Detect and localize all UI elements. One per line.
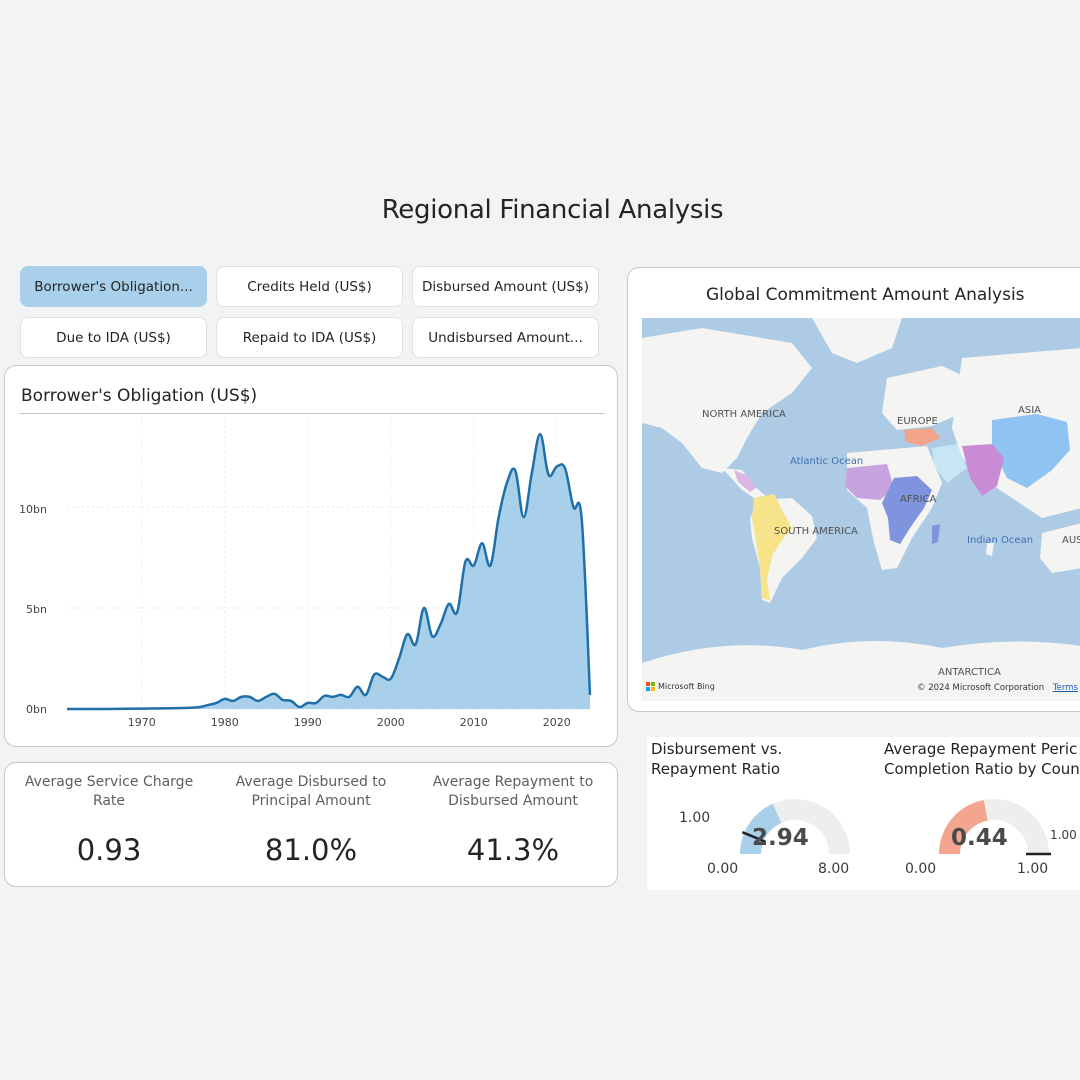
kpi-service-charge: Average Service Charge Rate 0.93 [9, 773, 209, 867]
label-antarctica: ANTARCTICA [938, 667, 1001, 678]
map-landmass [642, 328, 812, 473]
bing-logo: Microsoft Bing [646, 682, 715, 691]
page-title: Regional Financial Analysis [381, 195, 724, 225]
map-card: Global Commitment Amount Analysis NORTH … [627, 267, 1080, 712]
bing-logo-text: Microsoft Bing [658, 682, 715, 691]
map-landmass [812, 318, 902, 363]
terms-link[interactable]: Terms [1053, 683, 1078, 693]
slicer-borrowers-obligation[interactable]: Borrower's Obligation... [20, 266, 207, 307]
label-europe: EUROPE [897, 416, 938, 427]
gauge-max-label: 1.00 [1017, 861, 1049, 877]
slicer-due-to-ida[interactable]: Due to IDA (US$) [20, 317, 207, 358]
kpi-label: Average Service Charge Rate [24, 774, 194, 809]
map-copyright: © 2024 Microsoft Corporation Terms [917, 683, 1078, 693]
x-tick-label: 2020 [543, 716, 571, 729]
slicer-undisbursed-amount[interactable]: Undisbursed Amount... [412, 317, 599, 358]
y-tick-label: 10bn [19, 503, 47, 516]
label-north-america: NORTH AMERICA [702, 409, 786, 420]
chart-area-fill [67, 434, 590, 709]
gauge-value: 2.94 [752, 825, 809, 851]
gauge-target-label: 1.00 [679, 810, 711, 826]
map-region-east-africa[interactable] [932, 524, 940, 544]
gauge-value: 0.44 [951, 825, 1008, 851]
gauge-panel: Disbursement vs. Repayment Ratio Average… [647, 737, 1080, 890]
kpi-value: 81.0% [264, 833, 358, 867]
gauge-min-label: 0.00 [707, 861, 739, 877]
kpi-label: Average Disbursed to Principal Amount [235, 774, 387, 809]
map-canvas [642, 318, 1080, 701]
kpi-repayment-to-disbursed: Average Repayment to Disbursed Amount 41… [413, 773, 613, 867]
map-landmass [1040, 523, 1080, 573]
map-title: Global Commitment Amount Analysis [706, 285, 1025, 305]
x-tick-label: 1990 [294, 716, 322, 729]
x-tick-label: 1980 [211, 716, 239, 729]
gauge-min-label: 0.00 [905, 861, 937, 877]
slicer-credits-held[interactable]: Credits Held (US$) [216, 266, 403, 307]
label-asia: ASIA [1018, 405, 1041, 416]
area-chart-card: Borrower's Obligation (US$) 0bn 5bn 10bn… [4, 365, 618, 747]
label-indian-ocean: Indian Ocean [967, 535, 1034, 546]
slicer-repaid-to-ida[interactable]: Repaid to IDA (US$) [216, 317, 403, 358]
y-tick-label: 0bn [26, 703, 47, 716]
gauge-max-label: 8.00 [818, 861, 850, 877]
slicer-disbursed-amount[interactable]: Disbursed Amount (US$) [412, 266, 599, 307]
gauge-target-label: 1.00 [1050, 828, 1077, 842]
kpi-value: 41.3% [466, 833, 560, 867]
kpi-label: Average Repayment to Disbursed Amount [432, 774, 594, 809]
kpi-disbursed-to-principal: Average Disbursed to Principal Amount 81… [211, 773, 411, 867]
label-australia: AUS [1062, 535, 1080, 546]
y-tick-label: 5bn [26, 603, 47, 616]
world-map[interactable]: NORTH AMERICA EUROPE ASIA Atlantic Ocean… [642, 318, 1080, 701]
copyright-text: © 2024 Microsoft Corporation [917, 683, 1045, 693]
x-tick-label: 1970 [128, 716, 156, 729]
x-tick-label: 2000 [377, 716, 405, 729]
kpi-card: Average Service Charge Rate 0.93 Average… [4, 762, 618, 887]
label-africa: AFRICA [900, 494, 937, 505]
label-south-america: SOUTH AMERICA [774, 526, 858, 537]
label-atlantic-ocean: Atlantic Ocean [790, 456, 864, 467]
kpi-value: 0.93 [76, 833, 142, 867]
x-tick-label: 2010 [460, 716, 488, 729]
area-chart: 0bn 5bn 10bn 1970 1980 1990 2000 2010 20… [19, 416, 592, 729]
bing-windows-icon [646, 682, 655, 691]
map-region-europe[interactable] [904, 428, 940, 446]
